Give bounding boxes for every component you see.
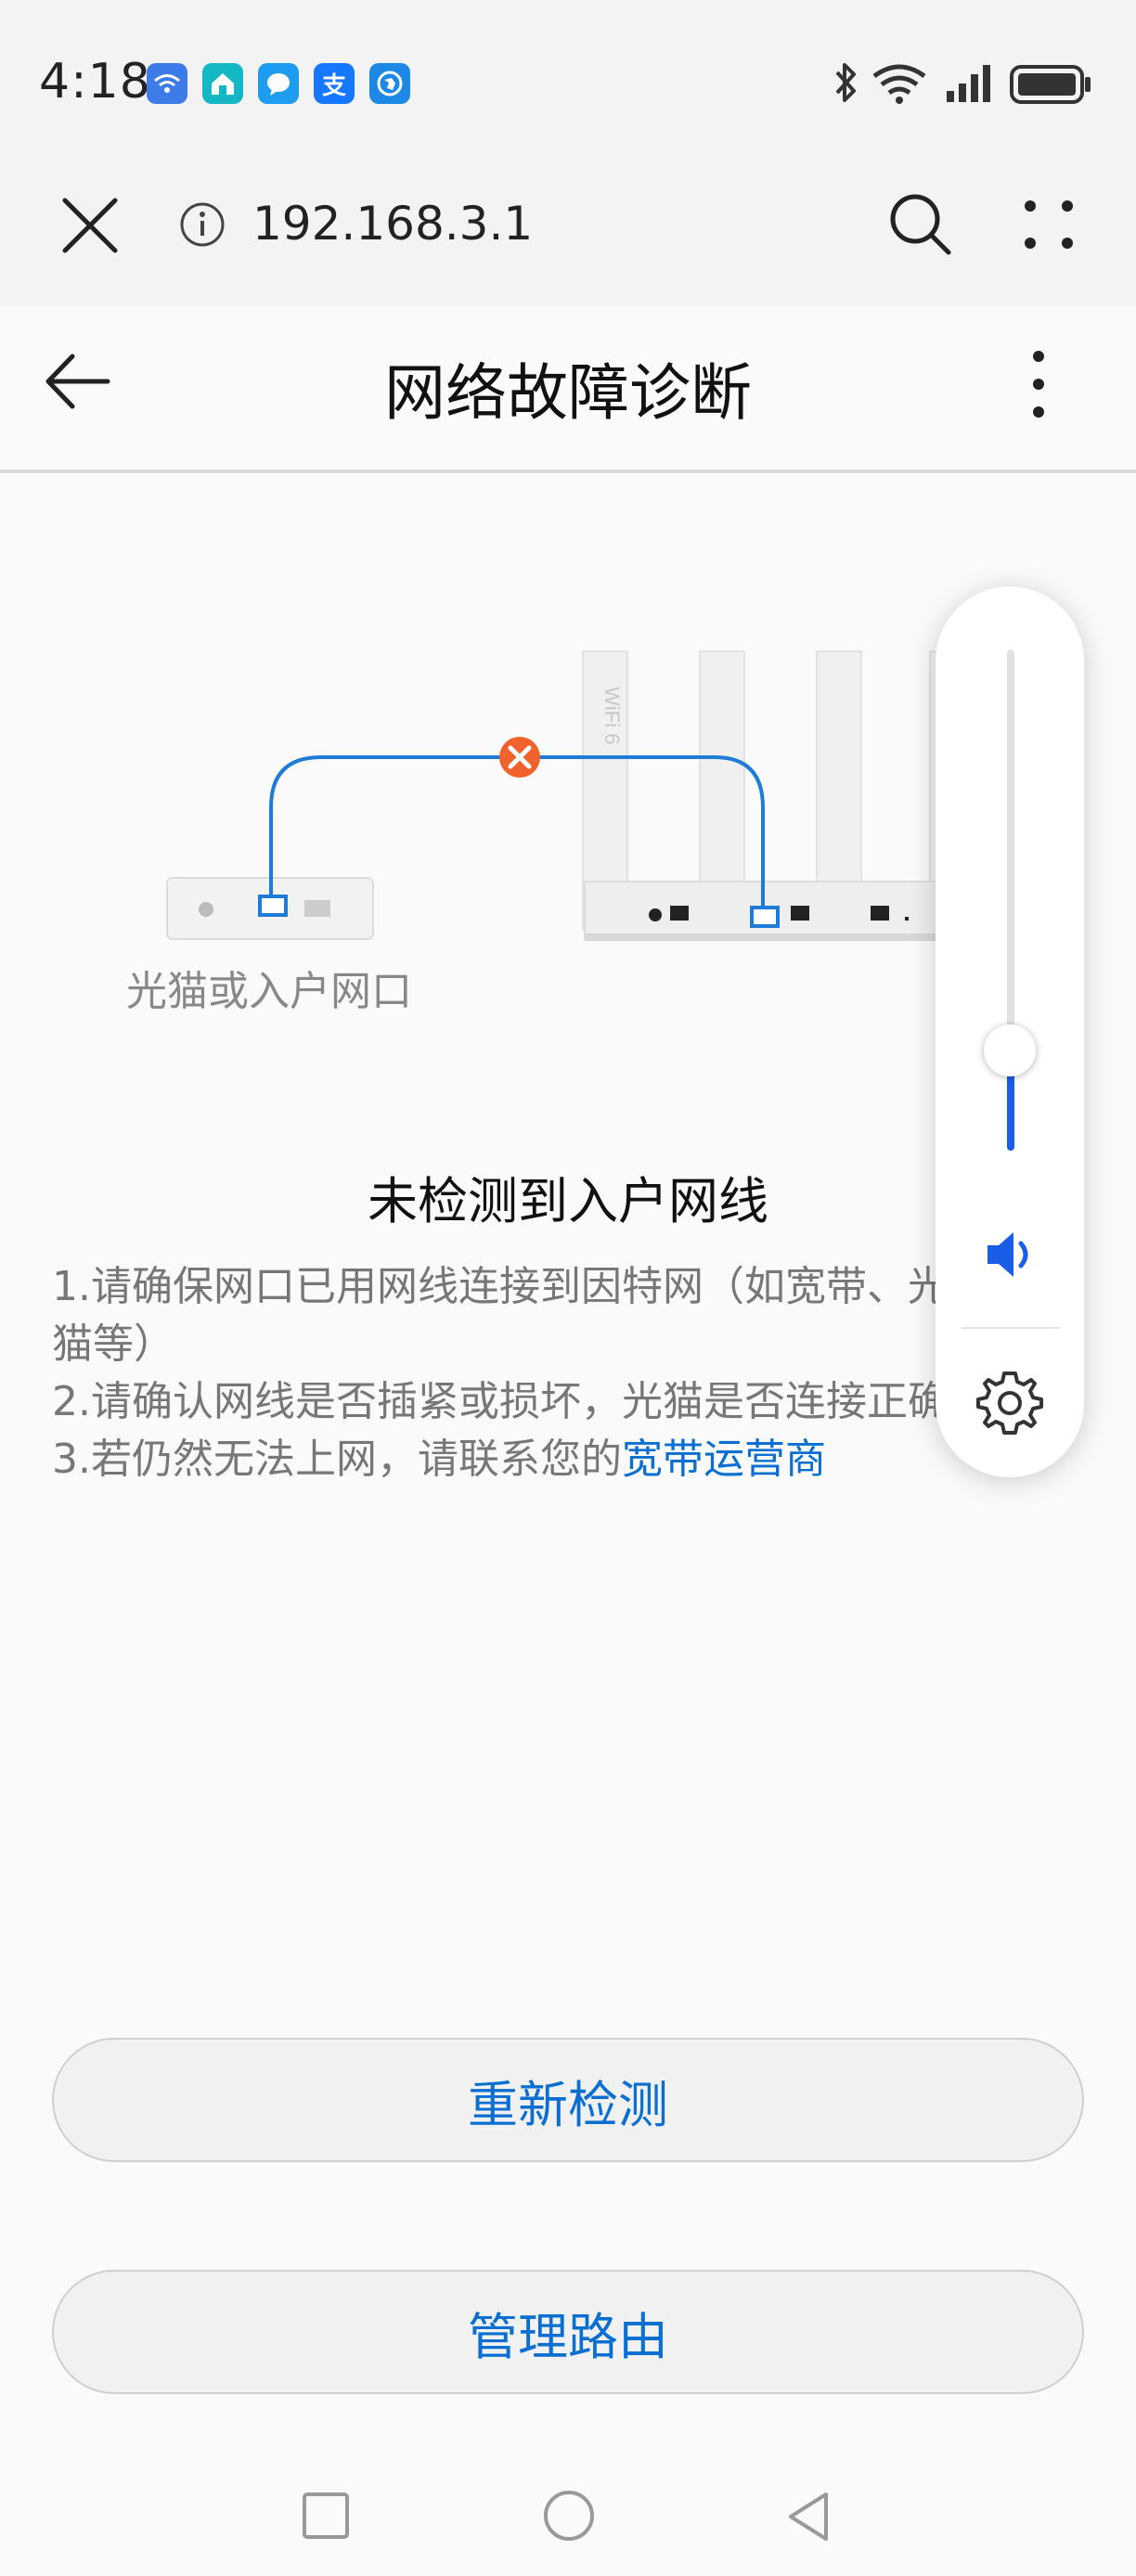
recent-apps-icon[interactable] xyxy=(301,2491,351,2541)
home-app-icon xyxy=(202,63,243,104)
wifi-signal-icon xyxy=(871,63,928,108)
message-app-icon xyxy=(258,63,299,104)
back-triangle-icon[interactable] xyxy=(785,2491,832,2543)
overflow-menu-icon[interactable] xyxy=(1025,347,1052,421)
router-image xyxy=(582,650,957,941)
browser-toolbar xyxy=(0,158,1136,306)
battery-icon xyxy=(1010,65,1091,108)
page-title: 网络故障诊断 xyxy=(384,357,752,429)
modem-label: 光猫或入户网口 xyxy=(126,968,412,1015)
browser-app-icon xyxy=(369,63,410,104)
tip-1-line-2: 猫等） xyxy=(52,1320,174,1368)
site-info-icon[interactable] xyxy=(178,200,226,249)
status-time: 4:18 xyxy=(39,54,151,109)
tip-1-line-1: 1.请确保网口已用网线连接到因特网（如宽带、光 xyxy=(52,1263,949,1310)
sound-settings-gear-icon[interactable] xyxy=(975,1368,1045,1438)
isp-contact-link[interactable]: 宽带运营商 xyxy=(622,1436,826,1483)
tip-2: 2.请确认网线是否插紧或损坏，光猫是否连接正确 xyxy=(52,1378,949,1425)
tip-3-text: 3.若仍然无法上网，请联系您的 xyxy=(52,1436,622,1483)
home-circle-icon[interactable] xyxy=(542,2489,596,2543)
router-brand-label: WiFi 6 xyxy=(600,687,624,744)
volume-panel-divider xyxy=(962,1327,1060,1329)
volume-speaker-icon[interactable] xyxy=(984,1229,1039,1281)
tip-3: 3.若仍然无法上网，请联系您的宽带运营商 xyxy=(52,1431,1073,1488)
more-grid-icon[interactable] xyxy=(1019,195,1078,254)
cable-plug-router xyxy=(750,906,780,928)
alipay-icon: 支 xyxy=(314,63,355,104)
cellular-signal-icon xyxy=(945,63,997,108)
manage-router-button[interactable]: 管理路由 xyxy=(52,2270,1084,2394)
cable-plug-modem xyxy=(258,895,288,917)
volume-slider-handle[interactable] xyxy=(984,1024,1036,1076)
close-icon[interactable] xyxy=(58,193,123,258)
redetect-button[interactable]: 重新检测 xyxy=(52,2038,1084,2162)
search-icon[interactable] xyxy=(887,191,954,258)
url-field[interactable]: 192.168.3.1 xyxy=(252,197,533,251)
wifi-assist-icon xyxy=(147,63,187,104)
bluetooth-icon xyxy=(832,61,859,108)
